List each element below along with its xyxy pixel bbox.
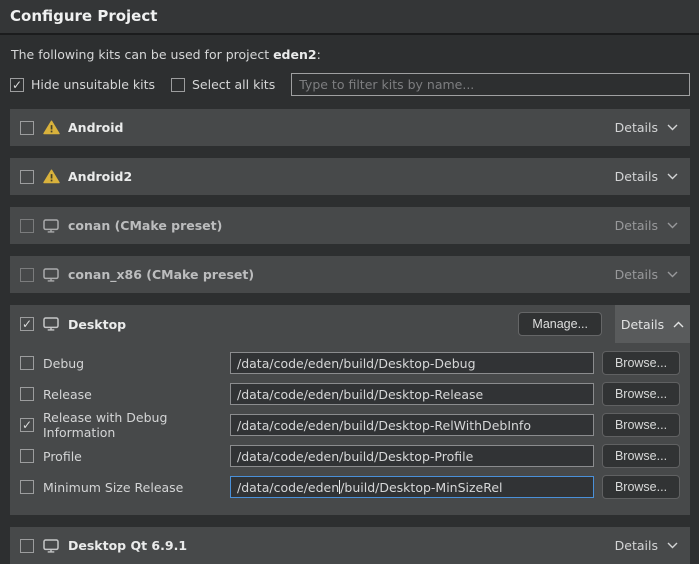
browse-button-profile[interactable]: Browse... <box>602 444 680 468</box>
kit-name: Desktop Qt 6.9.1 <box>68 538 187 553</box>
details-button-conan-x86[interactable]: Details <box>615 267 680 282</box>
kit-checkbox-conan-x86[interactable] <box>20 268 34 282</box>
select-all-kits-label: Select all kits <box>192 77 275 92</box>
chevron-down-icon <box>667 173 678 180</box>
hide-unsuitable-kits-checkbox[interactable]: ✓ <box>10 78 24 92</box>
build-config-row-release: Release Browse... <box>20 383 680 405</box>
hide-unsuitable-kits-checkbox-group[interactable]: ✓ Hide unsuitable kits <box>10 77 155 92</box>
kit-name: Android <box>68 120 124 135</box>
desktop-icon <box>43 219 61 233</box>
build-config-label: Minimum Size Release <box>43 480 230 495</box>
profile-path-input[interactable] <box>230 445 594 467</box>
kit-row-desktop-qt-691: Desktop Qt 6.9.1 Details <box>10 527 690 564</box>
intro-text-before: The following kits can be used for proje… <box>11 47 273 62</box>
build-config-label: Debug <box>43 356 230 371</box>
kit-section-desktop: ✓ Desktop Manage... Details Debug Browse… <box>10 305 690 515</box>
build-config-label: Release with Debug Information <box>43 410 230 440</box>
details-button-desktop-qt-691[interactable]: Details <box>615 538 680 553</box>
minsizerel-path-input[interactable]: /data/code/eden/build/Desktop-MinSizeRel <box>230 476 594 498</box>
chevron-down-icon <box>667 222 678 229</box>
kit-row-conan: conan (CMake preset) Details <box>10 207 690 244</box>
relwithdebinfo-path-input[interactable] <box>230 414 594 436</box>
browse-button-minsizerel[interactable]: Browse... <box>602 475 680 499</box>
build-config-row-profile: Profile Browse... <box>20 445 680 467</box>
desktop-icon <box>43 268 61 282</box>
manage-kits-button[interactable]: Manage... <box>518 312 602 336</box>
details-label: Details <box>621 317 664 332</box>
kit-checkbox-desktop[interactable]: ✓ <box>20 317 34 331</box>
build-config-row-relwithdebinfo: ✓ Release with Debug Information Browse.… <box>20 414 680 436</box>
details-button-android[interactable]: Details <box>615 120 680 135</box>
hide-unsuitable-kits-label: Hide unsuitable kits <box>31 77 155 92</box>
details-button-desktop[interactable]: Details <box>615 305 690 343</box>
chevron-down-icon <box>667 124 678 131</box>
chevron-down-icon <box>667 542 678 549</box>
build-config-checkbox-profile[interactable] <box>20 449 34 463</box>
kit-checkbox-desktop-qt-691[interactable] <box>20 539 34 553</box>
path-text-after-caret: /build/Desktop-MinSizeRel <box>340 480 502 495</box>
configure-project-panel: The following kits can be used for proje… <box>0 47 699 564</box>
check-icon: ✓ <box>12 79 22 91</box>
project-name: eden2 <box>273 47 317 62</box>
build-config-row-minsizerel: Minimum Size Release /data/code/eden/bui… <box>20 476 680 498</box>
details-label: Details <box>615 267 658 282</box>
kit-name: conan (CMake preset) <box>68 218 222 233</box>
warning-icon <box>43 120 61 135</box>
browse-button-release[interactable]: Browse... <box>602 382 680 406</box>
debug-path-input[interactable] <box>230 352 594 374</box>
select-all-kits-checkbox[interactable] <box>171 78 185 92</box>
warning-icon <box>43 169 61 184</box>
build-config-row-debug: Debug Browse... <box>20 352 680 374</box>
details-button-conan[interactable]: Details <box>615 218 680 233</box>
build-config-checkbox-debug[interactable] <box>20 356 34 370</box>
intro-text-after: : <box>317 47 321 62</box>
details-label: Details <box>615 538 658 553</box>
kit-checkbox-conan[interactable] <box>20 219 34 233</box>
details-button-android2[interactable]: Details <box>615 169 680 184</box>
desktop-icon <box>43 539 61 553</box>
kit-row-android: Android Details <box>10 109 690 146</box>
kit-name: conan_x86 (CMake preset) <box>68 267 254 282</box>
browse-button-relwithdebinfo[interactable]: Browse... <box>602 413 680 437</box>
kit-name: Desktop <box>68 317 126 332</box>
build-config-label: Profile <box>43 449 230 464</box>
path-text-before-caret: /data/code/eden <box>237 480 339 495</box>
check-icon: ✓ <box>22 318 32 330</box>
kit-filter-bar: ✓ Hide unsuitable kits Select all kits <box>10 73 690 96</box>
browse-button-debug[interactable]: Browse... <box>602 351 680 375</box>
check-icon: ✓ <box>22 419 32 431</box>
kit-name: Android2 <box>68 169 132 184</box>
build-config-label: Release <box>43 387 230 402</box>
kit-row-conan-x86: conan_x86 (CMake preset) Details <box>10 256 690 293</box>
kit-row-android2: Android2 Details <box>10 158 690 195</box>
dialog-titlebar: Configure Project <box>0 0 699 35</box>
kit-row-desktop: ✓ Desktop Manage... Details <box>10 305 690 343</box>
details-label: Details <box>615 218 658 233</box>
build-config-checkbox-relwithdebinfo[interactable]: ✓ <box>20 418 34 432</box>
chevron-up-icon <box>673 321 684 328</box>
chevron-down-icon <box>667 271 678 278</box>
kit-checkbox-android[interactable] <box>20 121 34 135</box>
release-path-input[interactable] <box>230 383 594 405</box>
intro-text: The following kits can be used for proje… <box>11 47 690 62</box>
kit-filter-input[interactable] <box>291 73 690 96</box>
page-title: Configure Project <box>10 7 689 25</box>
build-config-checkbox-release[interactable] <box>20 387 34 401</box>
kit-checkbox-android2[interactable] <box>20 170 34 184</box>
details-label: Details <box>615 120 658 135</box>
desktop-icon <box>43 317 61 331</box>
select-all-kits-checkbox-group[interactable]: Select all kits <box>171 77 275 92</box>
details-label: Details <box>615 169 658 184</box>
build-config-checkbox-minsizerel[interactable] <box>20 480 34 494</box>
